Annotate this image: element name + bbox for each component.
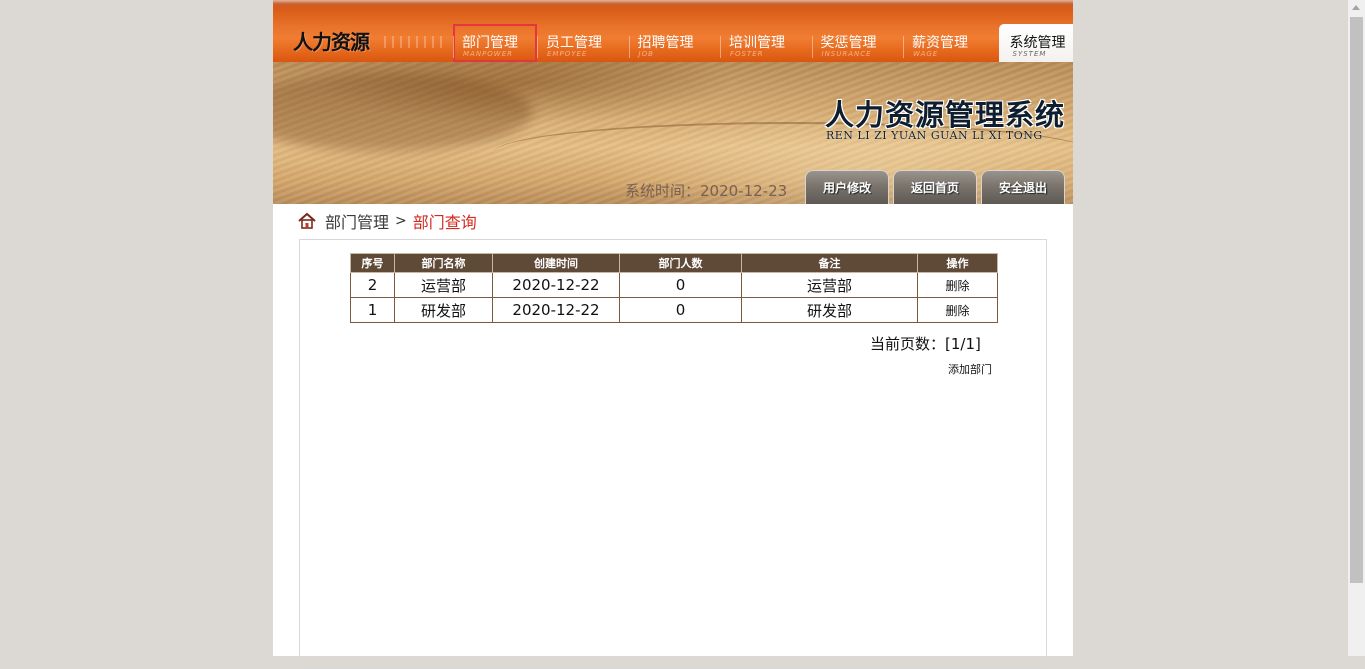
top-nav-bar: 人力资源 部门管理 MANPOWER 员工管理 EMPOYEE 招聘管理 JOB… <box>273 0 1073 62</box>
nav-divider <box>811 36 813 58</box>
delete-link[interactable]: 删除 <box>917 272 998 298</box>
cell-created: 2020-12-22 <box>492 297 620 323</box>
nav-item-department[interactable]: 部门管理 MANPOWER <box>453 24 537 62</box>
home-icon <box>298 212 316 229</box>
breadcrumb-separator: > <box>395 213 407 229</box>
nav-item-sublabel: EMPOYEE <box>547 50 588 58</box>
add-department-link[interactable]: 添加部门 <box>948 361 992 377</box>
cell-name: 运营部 <box>394 272 493 298</box>
nav-divider <box>720 36 721 58</box>
system-subtitle: REN LI ZI YUAN GUAN LI XI TONG <box>826 129 1043 142</box>
nav-item-sublabel: WAGE <box>913 50 939 58</box>
nav-item-label: 奖惩管理 <box>820 35 877 51</box>
nav-item-sublabel: FOSTER <box>730 50 764 58</box>
main-nav: 部门管理 MANPOWER 员工管理 EMPOYEE 招聘管理 JOB 培训管理… <box>453 24 1073 62</box>
table-row: 2 运营部 2020-12-22 0 运营部 删除 <box>350 272 998 298</box>
column-header-count: 部门人数 <box>619 253 742 273</box>
header-banner: 人力资源管理系统 REN LI ZI YUAN GUAN LI XI TONG … <box>273 62 1073 204</box>
nav-item-system[interactable]: 系统管理 SYSTEM <box>998 24 1073 62</box>
pagination-info: 当前页数：[1/1] <box>870 335 981 353</box>
nav-item-label: 招聘管理 <box>637 35 694 51</box>
nav-item-reward-punish[interactable]: 奖惩管理 INSURANCE <box>811 24 904 62</box>
logo-decoration <box>378 36 448 48</box>
nav-divider <box>453 36 454 58</box>
nav-item-recruitment[interactable]: 招聘管理 JOB <box>628 24 721 62</box>
nav-item-sublabel: JOB <box>638 50 654 58</box>
breadcrumb-current: 部门查询 <box>412 213 477 232</box>
system-time: 系统时间：2020-12-23 <box>625 182 788 200</box>
nav-divider <box>537 36 538 58</box>
logo: 人力资源 <box>293 30 370 54</box>
column-header-operation: 操作 <box>917 253 998 273</box>
user-edit-button[interactable]: 用户修改 <box>805 170 889 204</box>
scrollbar-thumb[interactable] <box>1350 17 1363 583</box>
scroll-up-arrow-icon[interactable] <box>1352 5 1360 10</box>
banner-decoration <box>273 72 533 152</box>
system-title: 人力资源管理系统 <box>825 98 1066 132</box>
nav-item-label: 培训管理 <box>729 35 785 51</box>
nav-item-label: 员工管理 <box>546 35 602 51</box>
department-table: 序号 部门名称 创建时间 部门人数 备注 操作 2 运营部 2020-12-22… <box>350 253 998 323</box>
cell-note: 运营部 <box>741 272 918 298</box>
vertical-scrollbar[interactable] <box>1348 0 1365 656</box>
logout-button[interactable]: 安全退出 <box>981 170 1065 204</box>
nav-item-label: 部门管理 <box>462 35 518 51</box>
table-header-row: 序号 部门名称 创建时间 部门人数 备注 操作 <box>350 253 998 273</box>
cell-count: 0 <box>619 297 742 323</box>
nav-item-sublabel: SYSTEM <box>1012 50 1047 58</box>
breadcrumb-parent[interactable]: 部门管理 <box>325 209 389 233</box>
cell-id: 2 <box>350 272 395 298</box>
nav-item-sublabel: INSURANCE <box>821 50 872 58</box>
column-header-id: 序号 <box>350 253 395 273</box>
cell-name: 研发部 <box>394 297 493 323</box>
column-header-note: 备注 <box>741 253 918 273</box>
nav-item-label: 薪资管理 <box>912 35 968 51</box>
table-row: 1 研发部 2020-12-22 0 研发部 删除 <box>350 297 998 323</box>
cell-note: 研发部 <box>741 297 918 323</box>
column-header-created: 创建时间 <box>492 253 620 273</box>
nav-item-employee[interactable]: 员工管理 EMPOYEE <box>537 24 629 62</box>
column-header-name: 部门名称 <box>394 253 493 273</box>
header-button-group: 用户修改 返回首页 安全退出 <box>805 170 1069 204</box>
nav-item-sublabel: MANPOWER <box>463 50 514 58</box>
nav-divider <box>628 36 630 58</box>
nav-item-salary[interactable]: 薪资管理 WAGE <box>903 24 995 62</box>
delete-link[interactable]: 删除 <box>917 297 998 323</box>
cell-count: 0 <box>619 272 742 298</box>
breadcrumb: 部门管理 > 部门查询 <box>298 209 477 233</box>
nav-item-training[interactable]: 培训管理 FOSTER <box>720 24 812 62</box>
cell-id: 1 <box>350 297 395 323</box>
nav-divider <box>903 36 904 58</box>
nav-item-label: 系统管理 <box>1009 35 1066 51</box>
home-button[interactable]: 返回首页 <box>893 170 977 204</box>
page: 人力资源 部门管理 MANPOWER 员工管理 EMPOYEE 招聘管理 JOB… <box>273 0 1073 669</box>
cell-created: 2020-12-22 <box>492 272 620 298</box>
content-panel: 序号 部门名称 创建时间 部门人数 备注 操作 2 运营部 2020-12-22… <box>299 239 1047 669</box>
